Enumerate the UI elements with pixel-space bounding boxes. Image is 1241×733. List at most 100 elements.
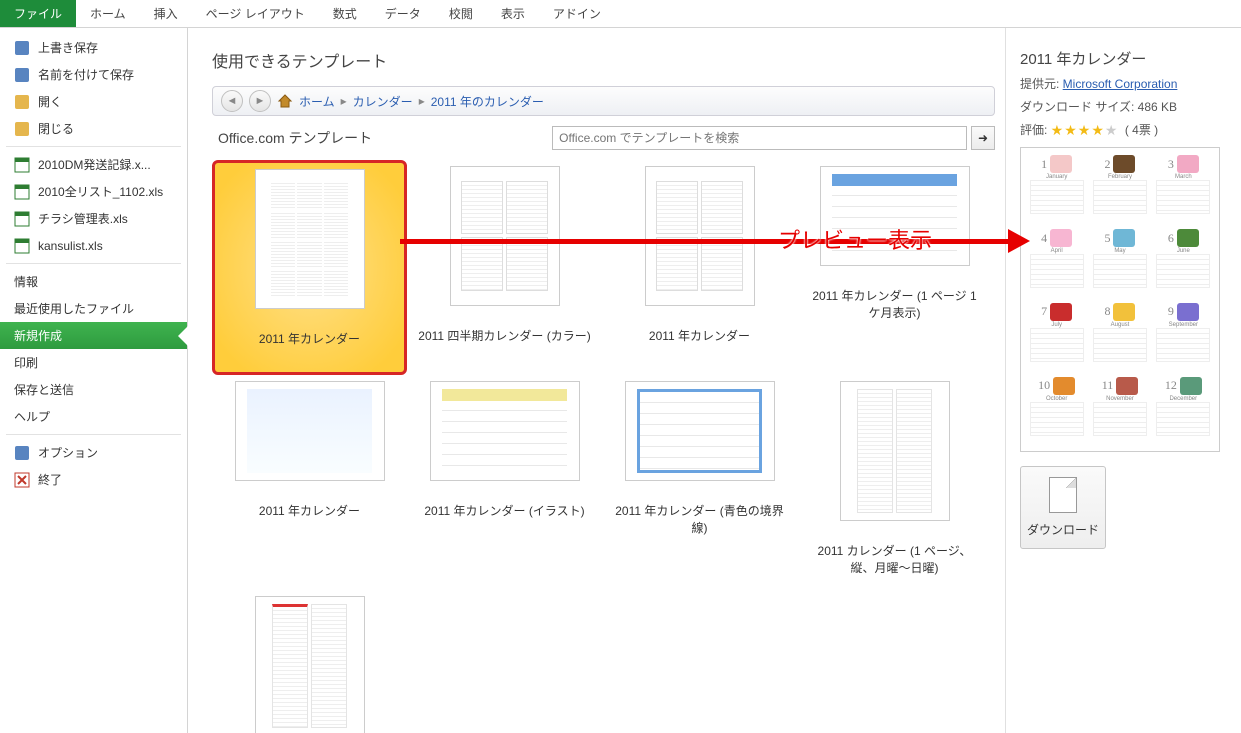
preview-month: 8August — [1090, 302, 1149, 372]
open-icon — [14, 94, 30, 110]
sidebar-item[interactable]: 情報 — [0, 268, 187, 295]
separator — [6, 434, 181, 435]
preview-month: 4April — [1027, 228, 1086, 298]
template-item[interactable]: 2011 カレンダー (1 ページ、縦、月曜～日曜) — [797, 375, 992, 590]
ribbon-tab-表示[interactable]: 表示 — [487, 0, 539, 27]
ribbon-tab-アドイン[interactable]: アドイン — [539, 0, 615, 27]
template-item[interactable]: 2011 年カレンダー (青色の境界線) — [602, 375, 797, 590]
sidebar-item-label: ヘルプ — [14, 408, 50, 425]
sidebar-item-label: 印刷 — [14, 354, 38, 371]
nav-back-button[interactable]: ◄ — [221, 90, 243, 112]
ribbon-tab-ファイル[interactable]: ファイル — [0, 0, 76, 27]
template-gallery: 2011 年カレンダー 2011 四半期カレンダー (カラー) 2011 年カレンダ… — [212, 160, 995, 733]
template-thumbnail — [430, 381, 580, 481]
template-item[interactable]: 2011 四半期カレンダー (カラー) — [407, 160, 602, 375]
template-gallery-panel: 使用できるテンプレート ◄ ► ホーム ▸ カレンダー ▸ 2011 年のカレン… — [188, 28, 1005, 733]
sidebar-item[interactable]: 終了 — [0, 466, 187, 493]
sidebar-item-label: 保存と送信 — [14, 381, 74, 398]
sidebar-item[interactable]: 保存と送信 — [0, 376, 187, 403]
template-thumbnail — [235, 381, 385, 481]
preview-rating: 評価: ★★★★★ ( 4票 ) — [1020, 121, 1227, 139]
template-item[interactable]: 2011 四半期カレンダー (シンプル) — [212, 590, 407, 733]
preview-month: 9September — [1154, 302, 1213, 372]
sidebar-item[interactable]: 2010DM発送記録.x... — [0, 151, 187, 178]
gallery-subtitle: Office.com テンプレート — [212, 124, 378, 152]
template-label: 2011 年カレンダー (イラスト) — [418, 503, 590, 520]
panel-heading: 使用できるテンプレート — [212, 48, 995, 72]
template-item[interactable]: 2011 年カレンダー (1 ページ 1 ケ月表示) — [797, 160, 992, 375]
preview-month: 11November — [1090, 376, 1149, 446]
template-label: 2011 年カレンダー — [253, 503, 366, 520]
breadcrumb-item[interactable]: 2011 年のカレンダー — [431, 93, 544, 110]
sidebar-item[interactable]: 印刷 — [0, 349, 187, 376]
ribbon-tab-数式[interactable]: 数式 — [319, 0, 371, 27]
template-item[interactable]: 2011 年カレンダー — [212, 375, 407, 590]
template-search: ➜ — [552, 126, 995, 150]
sidebar-item-label: 情報 — [14, 273, 38, 290]
sidebar-item[interactable]: チラシ管理表.xls — [0, 205, 187, 232]
preview-month: 12December — [1154, 376, 1213, 446]
nav-forward-button[interactable]: ► — [249, 90, 271, 112]
sidebar-item-label: 終了 — [38, 471, 62, 488]
preview-month: 5May — [1090, 228, 1149, 298]
sidebar-item[interactable]: オプション — [0, 439, 187, 466]
template-item[interactable]: 2011 年カレンダー — [602, 160, 797, 375]
template-label: 2011 年カレンダー — [253, 331, 366, 348]
preview-month: 3March — [1154, 154, 1213, 224]
home-icon[interactable] — [277, 93, 293, 109]
backstage: 上書き保存名前を付けて保存開く閉じる 2010DM発送記録.x... 2010全リ… — [0, 28, 1241, 733]
template-label: 2011 カレンダー (1 ページ、縦、月曜～日曜) — [801, 543, 988, 577]
sidebar-item[interactable]: kansulist.xls — [0, 232, 187, 259]
sidebar: 上書き保存名前を付けて保存開く閉じる 2010DM発送記録.x... 2010全リ… — [0, 28, 188, 733]
sidebar-item[interactable]: 最近使用したファイル — [0, 295, 187, 322]
ribbon-tab-挿入[interactable]: 挿入 — [140, 0, 192, 27]
ribbon-tab-ホーム[interactable]: ホーム — [76, 0, 140, 27]
document-icon — [1049, 477, 1077, 513]
sidebar-item[interactable]: 閉じる — [0, 115, 187, 142]
save-as-icon — [14, 67, 30, 83]
sidebar-item[interactable]: 上書き保存 — [0, 34, 187, 61]
template-thumbnail — [840, 381, 950, 521]
sidebar-item-label: 最近使用したファイル — [14, 300, 134, 317]
sidebar-item-label: 2010全リスト_1102.xls — [38, 183, 163, 200]
sidebar-item[interactable]: 名前を付けて保存 — [0, 61, 187, 88]
ribbon-tab-データ[interactable]: データ — [371, 0, 435, 27]
provider-link[interactable]: Microsoft Corporation — [1063, 77, 1178, 91]
template-item[interactable]: 2011 年カレンダー — [212, 160, 407, 375]
sidebar-item-label: チラシ管理表.xls — [38, 210, 128, 227]
ribbon-tab-ページ レイアウト[interactable]: ページ レイアウト — [192, 0, 319, 27]
sidebar-item-label: 名前を付けて保存 — [38, 66, 134, 83]
download-button[interactable]: ダウンロード — [1020, 466, 1106, 549]
star-icon: ★ — [1051, 122, 1064, 139]
exit-icon — [14, 472, 30, 488]
search-go-button[interactable]: ➜ — [971, 126, 995, 150]
template-label: 2011 年カレンダー (1 ページ 1 ケ月表示) — [801, 288, 988, 322]
ribbon-tab-校閲[interactable]: 校閲 — [435, 0, 487, 27]
template-item[interactable]: 2011 年カレンダー (イラスト) — [407, 375, 602, 590]
preview-month: 1January — [1027, 154, 1086, 224]
star-icon: ★ — [1078, 122, 1091, 139]
sidebar-item[interactable]: 2010全リスト_1102.xls — [0, 178, 187, 205]
breadcrumb: ◄ ► ホーム ▸ カレンダー ▸ 2011 年のカレンダー — [212, 86, 995, 116]
chevron-right-icon: ▸ — [341, 94, 347, 108]
sidebar-item[interactable]: 開く — [0, 88, 187, 115]
ribbon: ファイルホーム挿入ページ レイアウト数式データ校閲表示アドイン — [0, 0, 1241, 28]
breadcrumb-home[interactable]: ホーム — [299, 93, 335, 110]
search-input[interactable] — [552, 126, 967, 150]
sidebar-item-label: オプション — [38, 444, 98, 461]
preview-provider: 提供元: Microsoft Corporation — [1020, 75, 1227, 92]
template-thumbnail — [820, 166, 970, 266]
xls-icon — [14, 211, 30, 227]
preview-thumbnail: 1January2February3March4April5May6June7J… — [1020, 147, 1220, 452]
breadcrumb-item[interactable]: カレンダー — [353, 93, 413, 110]
chevron-right-icon: ▸ — [419, 94, 425, 108]
sidebar-item[interactable]: 新規作成 — [0, 322, 187, 349]
star-icon: ★ — [1091, 122, 1104, 139]
template-label: 2011 年カレンダー — [643, 328, 756, 345]
sidebar-item-label: kansulist.xls — [38, 239, 103, 253]
gallery-toolbar: Office.com テンプレート ➜ — [212, 124, 995, 152]
sidebar-item[interactable]: ヘルプ — [0, 403, 187, 430]
template-label: 2011 四半期カレンダー (カラー) — [412, 328, 596, 345]
preview-month: 6June — [1154, 228, 1213, 298]
sidebar-item-label: 2010DM発送記録.x... — [38, 156, 151, 173]
